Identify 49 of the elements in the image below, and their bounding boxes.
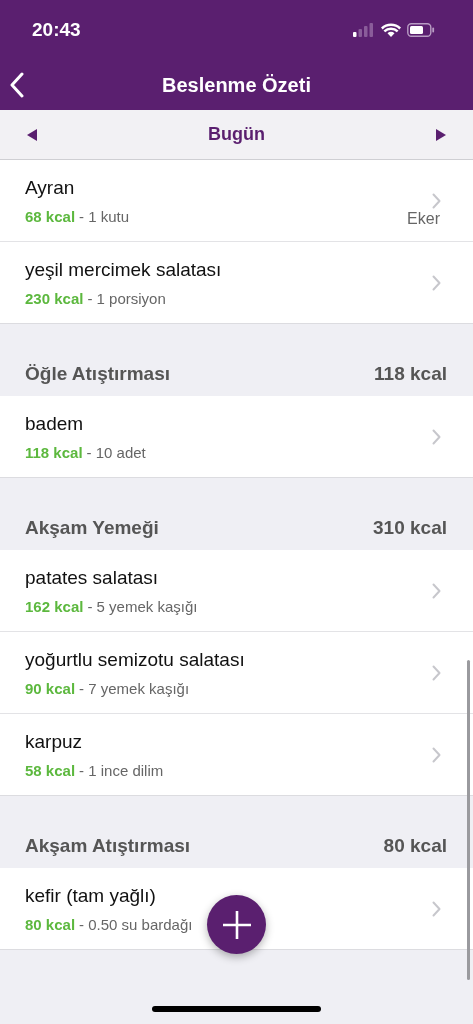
calorie-value: 58 kcal xyxy=(25,761,76,779)
note-text: Eker xyxy=(407,210,440,228)
status-time: 20:43 xyxy=(32,19,81,41)
food-name: Ayran xyxy=(25,176,76,199)
serving-text: - 0.50 su bardağı xyxy=(79,915,193,933)
chevron-icon xyxy=(432,274,441,291)
chevron-icon xyxy=(432,582,441,599)
serving-text: - 5 yemek kaşığı xyxy=(87,597,198,615)
calorie-value: 80 kcal xyxy=(25,915,76,933)
plus-icon xyxy=(221,909,252,940)
calorie-value: 118 kcal xyxy=(25,443,83,461)
chevron-icon xyxy=(432,192,441,209)
signal-icon xyxy=(353,23,375,37)
serving-text: - 10 adet xyxy=(86,443,146,461)
serving-text: - 1 ince dilim xyxy=(79,761,164,779)
food-row[interactable]: Ayran 68 kcal - 1 kutu Eker xyxy=(0,160,473,242)
section-title: Akşam Yemeği xyxy=(25,517,159,539)
back-chevron-icon xyxy=(10,72,24,98)
food-row[interactable]: patates salatası 162 kcal - 5 yemek kaşığı xyxy=(0,550,473,632)
calorie-value: 230 kcal xyxy=(25,289,84,307)
calorie-value: 68 kcal xyxy=(25,207,76,225)
date-label: Bugün xyxy=(207,124,266,145)
right-triangle-icon xyxy=(436,128,446,141)
section-total: 80 kcal xyxy=(383,835,447,857)
food-row[interactable]: badem 118 kcal - 10 adet xyxy=(0,396,473,478)
serving-text: - 1 porsiyon xyxy=(87,289,166,307)
section-title: Akşam Atıştırması xyxy=(25,835,191,857)
serving-text: - 7 yemek kaşığı xyxy=(79,679,190,697)
chevron-icon xyxy=(432,664,441,681)
section-title: Öğle Atıştırması xyxy=(25,363,170,385)
section-total: 118 kcal xyxy=(374,363,447,385)
serving-text: - 1 kutu xyxy=(79,207,130,225)
battery-icon xyxy=(407,23,435,37)
chevron-icon xyxy=(432,428,441,445)
screen-title: Beslenme Özeti xyxy=(161,73,312,97)
chevron-icon xyxy=(432,746,441,763)
left-triangle-icon xyxy=(27,128,37,141)
wifi-icon xyxy=(381,22,401,38)
food-name: patates salatası xyxy=(25,566,160,589)
section-total: 310 kcal xyxy=(373,517,447,539)
food-name: yeşil mercimek salatası xyxy=(25,258,223,281)
food-name: yoğurtlu semizotu salatası xyxy=(25,648,246,671)
food-name: karpuz xyxy=(25,730,84,753)
food-name: kefir (tam yağlı) xyxy=(25,884,157,907)
chevron-icon xyxy=(432,900,441,917)
food-name: badem xyxy=(25,412,85,435)
food-row[interactable]: yeşil mercimek salatası 230 kcal - 1 porsiyon xyxy=(0,242,473,324)
calorie-value: 90 kcal xyxy=(25,679,76,697)
calorie-value: 162 kcal xyxy=(25,597,84,615)
